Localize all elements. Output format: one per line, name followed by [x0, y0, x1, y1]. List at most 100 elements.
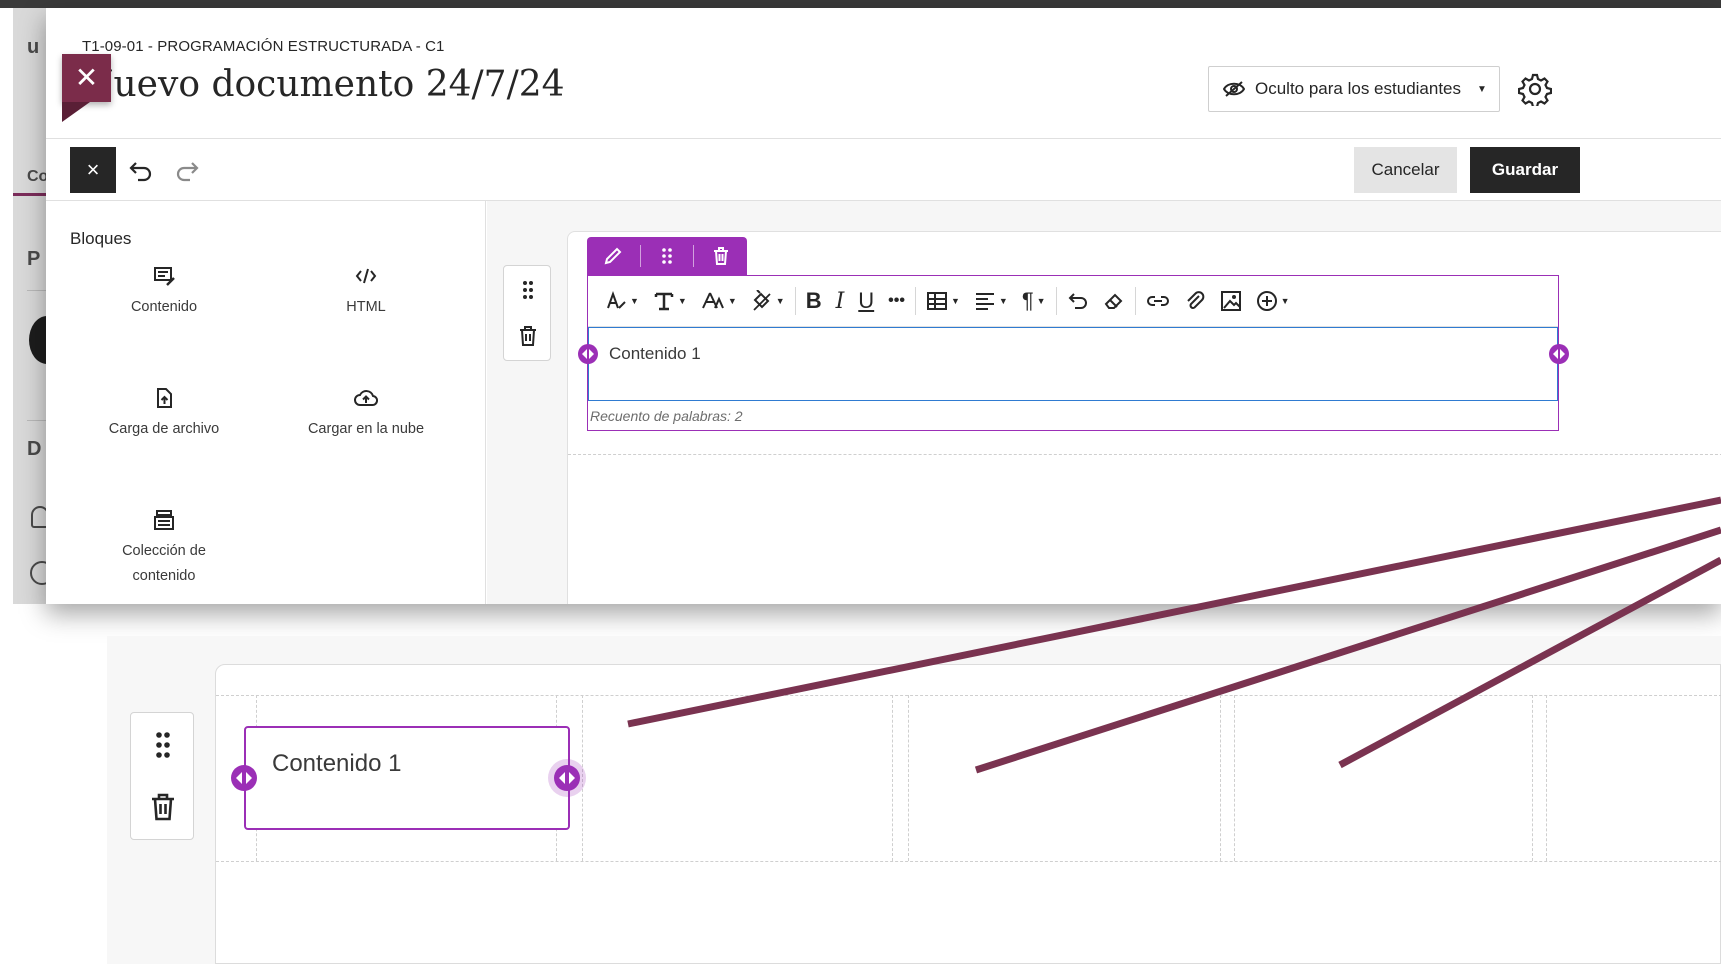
zoomed-content-row: Contenido 1 [215, 664, 1721, 964]
caret-down-icon: ▼ [775, 296, 785, 306]
content-text-area[interactable]: Contenido 1 [588, 327, 1558, 401]
caret-down-icon: ▼ [727, 296, 737, 306]
block-cloud-upload[interactable]: Cargar en la nube [276, 387, 456, 442]
document-editor-window: T1-09-01 - PROGRAMACIÓN ESTRUCTURADA - C… [46, 8, 1721, 604]
table-button[interactable]: ▼ [919, 283, 967, 319]
underline-button[interactable]: U [851, 283, 881, 319]
block-file-upload[interactable]: Carga de archivo [74, 387, 254, 442]
clear-format-button[interactable] [1096, 283, 1132, 319]
font-size-button[interactable]: ▼ [694, 283, 744, 319]
resize-handle-right[interactable] [1549, 344, 1569, 364]
rich-text-toolbar: ▼ ▼ ▼ ▼ B I U ••• ▼ ▼ ¶ ▼ ▼ [588, 276, 1558, 327]
column-guide [1234, 695, 1235, 861]
align-button[interactable]: ▼ [967, 283, 1015, 319]
eraser-icon [1104, 293, 1122, 309]
zoomed-detail: Contenido 1 [107, 636, 1721, 964]
block-label: Colección de [122, 543, 206, 559]
image-button[interactable] [1213, 283, 1249, 319]
code-icon [355, 268, 377, 284]
caret-down-icon: ▼ [1477, 83, 1487, 95]
caret-down-icon: ▼ [677, 296, 687, 306]
rich-text-editor: ▼ ▼ ▼ ▼ B I U ••• ▼ ▼ ¶ ▼ ▼ Contenido 1 … [587, 275, 1559, 431]
link-button[interactable] [1139, 283, 1177, 319]
redo-icon[interactable] [174, 157, 200, 183]
caret-down-icon: ▼ [950, 296, 960, 306]
undo-icon[interactable] [128, 157, 154, 183]
resize-handle-right[interactable] [554, 765, 580, 791]
editor-header: T1-09-01 - PROGRAMACIÓN ESTRUCTURADA - C… [46, 8, 1721, 139]
background-letter: D [27, 438, 42, 460]
move-block-button[interactable] [641, 237, 694, 275]
more-options-button[interactable]: ••• [881, 283, 912, 319]
font-size-icon [701, 292, 724, 309]
delete-block-button[interactable] [694, 237, 747, 275]
attachment-button[interactable] [1177, 283, 1213, 319]
visibility-dropdown[interactable]: Oculto para los estudiantes ▼ [1208, 66, 1500, 112]
caret-down-icon: ▼ [1036, 296, 1046, 306]
text-format-icon [654, 292, 674, 311]
zoomed-content-block[interactable]: Contenido 1 [244, 726, 570, 830]
paragraph-format-button[interactable]: ▼ [646, 283, 694, 319]
column-guide [1546, 695, 1547, 861]
insert-button[interactable]: ▼ [1249, 283, 1297, 319]
resize-handle-left[interactable] [578, 344, 598, 364]
paragraph-button[interactable]: ¶ ▼ [1015, 283, 1053, 319]
plus-circle-icon [1256, 291, 1277, 311]
pencil-icon [604, 247, 622, 265]
block-html[interactable]: HTML [276, 265, 456, 320]
separator [1055, 287, 1057, 315]
caret-down-icon: ▼ [998, 296, 1008, 306]
content-collection-icon [154, 510, 174, 530]
undo-icon [1068, 293, 1087, 309]
trash-icon[interactable] [147, 791, 179, 823]
cancel-button[interactable]: Cancelar [1354, 147, 1457, 193]
row-divider [216, 695, 1721, 696]
undo-button[interactable] [1060, 283, 1096, 319]
visibility-label: Oculto para los estudiantes [1255, 79, 1462, 98]
separator [794, 287, 796, 315]
block-content-collection[interactable]: Colección de contenido [74, 509, 254, 589]
trash-icon[interactable] [516, 324, 540, 348]
close-panel-button[interactable]: ✕ [62, 54, 111, 122]
file-upload-icon [157, 388, 172, 408]
close-editor-button[interactable]: × [70, 147, 116, 193]
gear-icon[interactable] [1518, 72, 1552, 106]
block-label: contenido [132, 568, 196, 584]
drag-handle-icon [662, 248, 672, 264]
blocks-panel: Bloques Contenido HTML Carga de archivo [46, 201, 486, 604]
paperclip-icon [1186, 291, 1204, 309]
cloud-upload-icon [354, 390, 378, 406]
column-guide [1532, 695, 1533, 861]
table-icon [926, 292, 947, 310]
resize-handle-left[interactable] [231, 765, 257, 791]
save-button[interactable]: Guardar [1470, 147, 1580, 193]
paragraph-icon: ¶ [1021, 288, 1034, 313]
edit-block-button[interactable] [587, 237, 640, 275]
caret-down-icon: ▼ [630, 296, 639, 306]
row-controls [130, 712, 194, 840]
blocks-title: Bloques [70, 229, 132, 248]
separator [914, 287, 916, 315]
row-divider [216, 861, 1721, 862]
background-letter: u [27, 36, 40, 58]
italic-button[interactable]: I [829, 283, 852, 319]
document-canvas: ▼ ▼ ▼ ▼ B I U ••• ▼ ▼ ¶ ▼ ▼ Contenido 1 … [487, 201, 1721, 604]
bold-button[interactable]: B [799, 283, 829, 319]
row-controls [503, 265, 551, 361]
separator [1134, 287, 1136, 315]
drag-handle-icon[interactable] [516, 278, 540, 302]
text-style-icon [607, 291, 626, 309]
block-tools [587, 237, 747, 275]
text-style-button[interactable]: ▼ [598, 283, 646, 319]
column-guide [582, 695, 583, 861]
course-breadcrumb: T1-09-01 - PROGRAMACIÓN ESTRUCTURADA - C… [82, 38, 445, 55]
caret-down-icon: ▼ [1280, 296, 1290, 306]
paint-bucket-icon [753, 290, 771, 311]
block-content[interactable]: Contenido [74, 265, 254, 320]
block-label: HTML [346, 299, 386, 315]
highlight-color-button[interactable]: ▼ [744, 283, 792, 319]
block-label: Carga de archivo [108, 421, 220, 437]
editor-toolbar: × Cancelar Guardar [46, 139, 1721, 201]
link-icon [1146, 296, 1169, 306]
drag-handle-icon[interactable] [147, 729, 179, 761]
